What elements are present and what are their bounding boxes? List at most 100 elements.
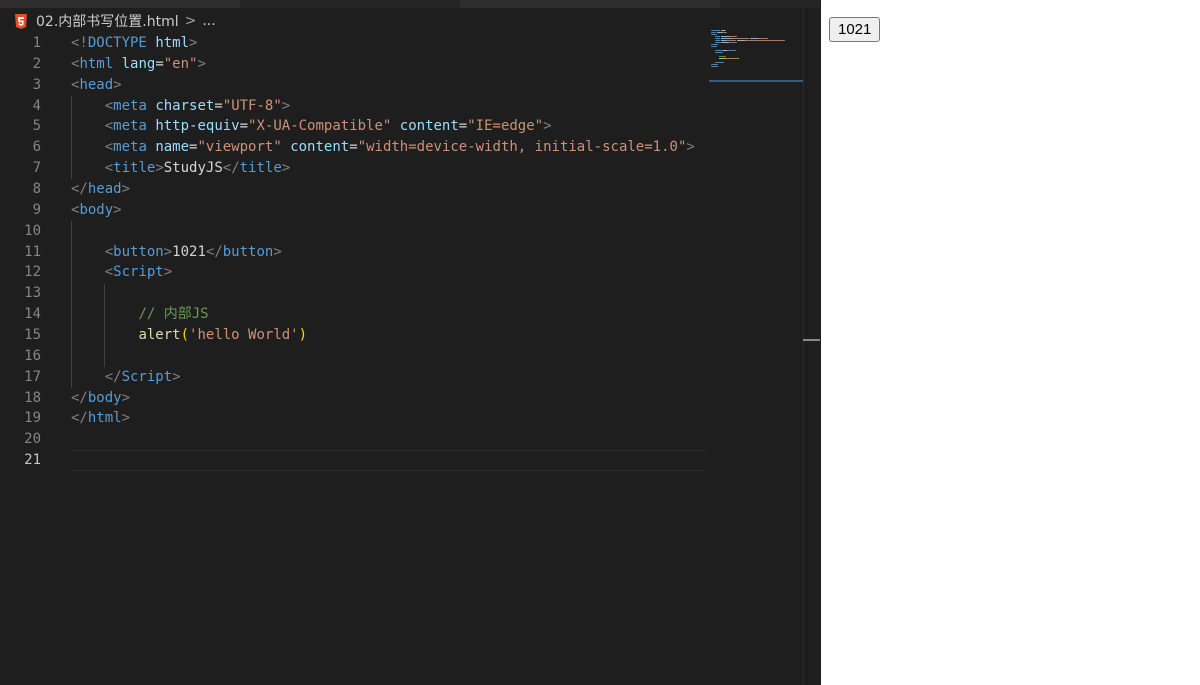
code-token: html [155, 35, 190, 51]
code-token: button [113, 243, 164, 260]
code-line[interactable]: 15 alert('hello World') [0, 325, 706, 346]
code-token: < [104, 243, 114, 260]
code-token: DOCTYPE [87, 35, 147, 51]
code-token: Script [121, 368, 173, 385]
code-token: </ [71, 389, 88, 406]
scrollbar-thumb[interactable] [803, 339, 820, 341]
code-token: ) [298, 327, 308, 344]
code-token: = [214, 97, 223, 114]
code-token: > [189, 35, 198, 51]
code-token: = [155, 55, 164, 72]
code-token: "IE=edge" [467, 118, 544, 135]
line-number: 7 [32, 160, 41, 177]
code-line[interactable]: 9 <body> [0, 200, 706, 221]
browser-preview: 1021 [821, 0, 1200, 685]
code-line[interactable]: 7 <title>StudyJS</title> [0, 158, 706, 179]
breadcrumb-filename[interactable]: 02.内部书写位置.html [36, 11, 179, 31]
minimap-slider[interactable] [709, 80, 804, 82]
line-content: <body> [71, 200, 122, 221]
minimap-line [716, 38, 720, 39]
minimap-line [737, 40, 744, 41]
code-line[interactable]: 17 </Script> [0, 367, 706, 388]
code-line[interactable]: 8 </head> [0, 179, 706, 200]
code-token: html [87, 410, 122, 427]
breadcrumb-symbol[interactable]: ... [202, 13, 215, 29]
breadcrumb[interactable]: 02.内部书写位置.html > ... [0, 10, 216, 32]
code-token: body [79, 201, 114, 218]
code-token: alert [138, 327, 181, 344]
code-editor[interactable]: 02.内部书写位置.html > ... 1 <!DOCTYPE html> 2 <h… [0, 0, 821, 685]
code-token: > [113, 201, 122, 218]
current-line-highlight [71, 450, 706, 472]
code-token: > [281, 160, 291, 177]
line-number: 15 [24, 327, 41, 344]
code-token: = [239, 118, 249, 135]
code-token: </ [222, 160, 240, 177]
code-line[interactable]: 20 [0, 429, 706, 450]
code-line[interactable]: 19 </html> [0, 408, 706, 429]
code-token: > [281, 97, 291, 114]
code-token: < [104, 160, 114, 177]
code-token: > [121, 410, 131, 427]
preview-button[interactable]: 1021 [829, 17, 881, 42]
code-area[interactable]: 1 <!DOCTYPE html> 2 <html lang="en"> 3 <head>… [0, 33, 706, 472]
minimap-line [729, 36, 736, 37]
minimap-line [735, 50, 736, 51]
code-token: > [197, 55, 206, 72]
line-content: <Script> [71, 262, 172, 283]
code-token: meta [113, 97, 147, 114]
code-line[interactable]: 13 [0, 283, 706, 304]
code-line[interactable]: 5 <meta http-equiv="X-UA-Compatible" con… [0, 116, 706, 137]
minimap-line [738, 58, 739, 59]
code-line[interactable]: 1 <!DOCTYPE html> [0, 33, 706, 54]
code-token: = [349, 139, 358, 156]
minimap-line [723, 62, 724, 63]
code-token: > [121, 181, 131, 198]
code-line[interactable]: 10 [0, 221, 706, 242]
line-content: </head> [71, 179, 130, 200]
minimap-line [745, 40, 784, 41]
code-line[interactable]: 18 </body> [0, 388, 706, 409]
code-token: > [172, 368, 181, 385]
code-line[interactable]: 2 <html lang="en"> [0, 54, 706, 75]
code-line[interactable]: 21 [0, 450, 706, 472]
minimap-line [726, 40, 736, 41]
line-content: <head> [71, 75, 122, 96]
code-line[interactable]: 3 <head> [0, 75, 706, 96]
code-token: "en" [163, 55, 198, 72]
code-line[interactable]: 12 <Script> [0, 262, 706, 283]
code-token: </ [104, 368, 122, 385]
line-content: <html lang="en"> [71, 54, 206, 75]
code-token: button [222, 243, 274, 260]
tab-strip-segment [0, 0, 240, 8]
code-token: body [87, 389, 122, 406]
code-line[interactable]: 14 // 内部JS [0, 304, 706, 325]
code-token: </ [71, 181, 88, 198]
code-token: html [79, 55, 114, 72]
minimap-line [717, 66, 718, 67]
line-number: 16 [24, 347, 41, 364]
line-content: <!DOCTYPE html> [71, 33, 197, 54]
code-token: ( [180, 327, 190, 344]
code-line[interactable]: 4 <meta charset="UTF-8"> [0, 96, 706, 117]
code-token: < [104, 97, 114, 114]
line-content: // 内部JS [71, 304, 209, 325]
code-line[interactable]: 11 <button>1021</button> [0, 242, 706, 263]
minimap-line [722, 52, 723, 53]
minimap-line [712, 32, 716, 33]
line-content: </body> [71, 388, 130, 409]
code-token: // 内部JS [138, 306, 209, 323]
indent-guide [71, 96, 72, 179]
code-token: > [121, 389, 131, 406]
line-number: 14 [24, 306, 41, 323]
code-token: StudyJS [163, 160, 223, 177]
code-line[interactable]: 16 [0, 346, 706, 367]
vertical-scrollbar[interactable] [803, 8, 821, 685]
code-line[interactable]: 6 <meta name="viewport" content="width=d… [0, 137, 706, 158]
minimap-line [719, 56, 726, 57]
